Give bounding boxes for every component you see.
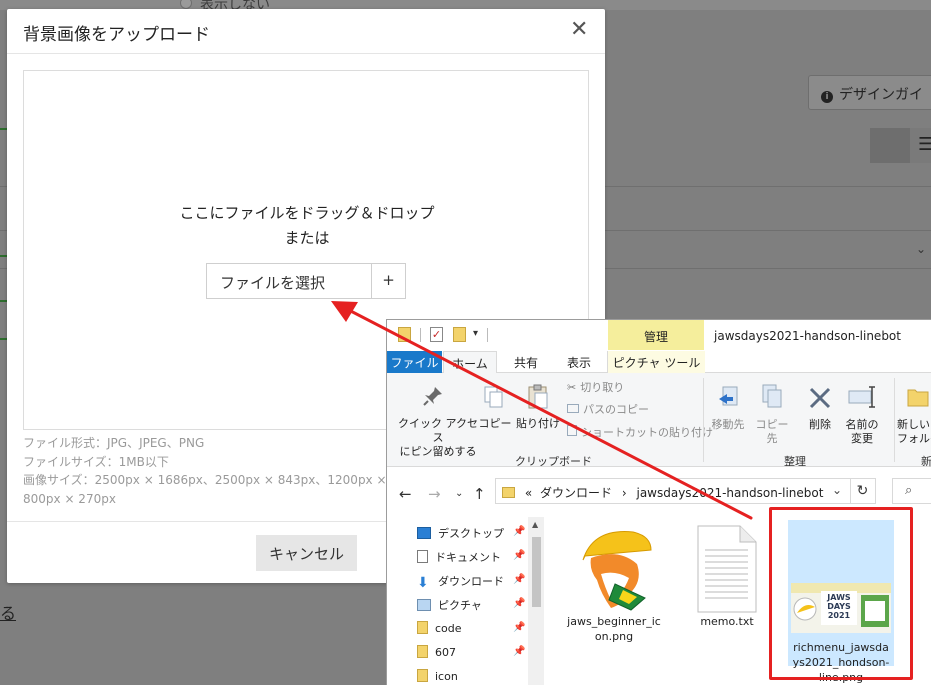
annotation-drag-arrow xyxy=(331,301,753,520)
